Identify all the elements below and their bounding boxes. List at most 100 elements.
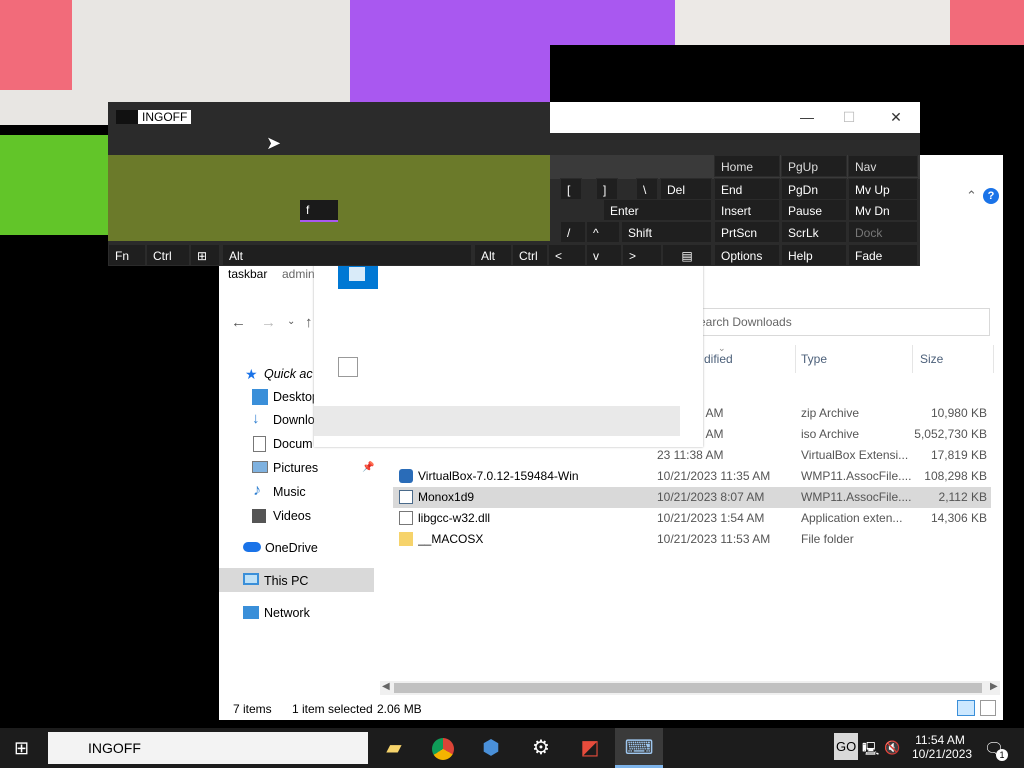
key-open-bracket[interactable]: [ xyxy=(560,178,582,200)
scroll-right-icon[interactable]: ▶ xyxy=(990,681,998,692)
key-nav[interactable]: Nav xyxy=(848,155,918,177)
large-icons-view-icon[interactable] xyxy=(980,700,996,716)
key-mv-dn[interactable]: Mv Dn xyxy=(848,199,918,221)
windows-logo-icon: ⊞ xyxy=(197,249,208,263)
chevron-up-icon[interactable]: ⌃ xyxy=(966,188,977,204)
tab-admin[interactable]: admin xyxy=(282,267,315,281)
file-row[interactable]: VirtualBox-7.0.12-159484-Win 10/21/2023 … xyxy=(393,466,991,487)
details-view-icon[interactable] xyxy=(957,700,975,716)
chrome-taskbar-icon[interactable] xyxy=(419,728,467,768)
key-prtscn[interactable]: PrtScn xyxy=(714,221,780,243)
file-explorer-taskbar-icon[interactable]: ▰ xyxy=(370,728,418,768)
menu-icon: ▤ xyxy=(681,249,693,263)
virtualbox-taskbar-icon[interactable]: ⬢ xyxy=(467,728,515,768)
key-pause[interactable]: Pause xyxy=(781,199,847,221)
key-home[interactable]: Home xyxy=(714,155,780,177)
back-arrow-icon[interactable]: ← xyxy=(231,314,246,331)
key-slash[interactable]: / xyxy=(560,221,586,243)
start-button[interactable]: ⊞ xyxy=(14,738,29,759)
key-alt-right[interactable]: Alt xyxy=(474,244,512,266)
desktop-glitch-purple xyxy=(350,0,675,45)
file-type: WMP11.AssocFile.... xyxy=(801,490,912,504)
search-input[interactable]: Search Downloads xyxy=(684,308,990,336)
red-app-taskbar-icon[interactable]: ◩ xyxy=(566,728,614,768)
overlay-checkbox[interactable] xyxy=(338,357,358,377)
volume-muted-icon[interactable]: 🔇 xyxy=(884,740,900,756)
key-ctrl-right[interactable]: Ctrl xyxy=(512,244,548,266)
column-type[interactable]: Type xyxy=(801,348,827,370)
key-alt-left[interactable]: Alt xyxy=(222,244,472,266)
status-item-count: 7 items xyxy=(233,702,272,716)
nav-downloads[interactable]: Downlo xyxy=(273,410,315,430)
nav-network[interactable]: Network xyxy=(264,603,310,623)
pin-icon[interactable]: 📌 xyxy=(362,462,374,473)
key-pgdn[interactable]: PgDn xyxy=(781,178,847,200)
nav-onedrive[interactable]: OneDrive xyxy=(265,538,318,558)
key-windows[interactable]: ⊞ xyxy=(190,244,220,266)
key-fn[interactable]: Fn xyxy=(108,244,146,266)
nav-this-pc[interactable]: This PC xyxy=(264,571,308,591)
settings-gear-icon[interactable]: ⚙ xyxy=(517,728,565,768)
key-end[interactable]: End xyxy=(714,178,780,200)
key-del[interactable]: Del xyxy=(660,178,712,200)
desktop-glitch-gray xyxy=(675,0,950,45)
key-mv-up[interactable]: Mv Up xyxy=(848,178,918,200)
file-row[interactable]: __MACOSX 10/21/2023 11:53 AM File folder xyxy=(393,529,991,550)
nav-videos[interactable]: Videos xyxy=(273,506,311,526)
key-ctrl-left[interactable]: Ctrl xyxy=(146,244,190,266)
key-right-arrow[interactable]: > xyxy=(622,244,662,266)
key-backslash[interactable]: \ xyxy=(636,178,658,200)
file-date: 23 11:38 AM xyxy=(657,448,724,462)
key-shift[interactable]: Shift xyxy=(621,221,712,243)
this-pc-icon xyxy=(243,573,259,585)
close-button[interactable]: ✕ xyxy=(885,108,907,126)
nav-pictures[interactable]: Pictures xyxy=(273,458,318,478)
file-size: 17,819 KB xyxy=(930,448,987,462)
forward-arrow-icon[interactable]: → xyxy=(261,314,276,331)
status-size: 2.06 MB xyxy=(377,702,422,716)
tray-go-button[interactable]: GO xyxy=(834,733,859,760)
network-tray-icon[interactable]: 🖳 xyxy=(862,740,879,762)
scrollbar-thumb[interactable] xyxy=(394,683,982,693)
key-options[interactable]: Options xyxy=(714,244,780,266)
nav-documents[interactable]: Docum xyxy=(273,434,313,454)
file-row[interactable]: 23 11:38 AM VirtualBox Extensi... 17,819… xyxy=(393,445,991,466)
column-separator[interactable] xyxy=(993,345,994,373)
status-selected: 1 item selected xyxy=(292,702,373,716)
nav-desktop[interactable]: Desktop xyxy=(273,387,319,407)
key-scrlk[interactable]: ScrLk xyxy=(781,221,847,243)
file-row[interactable]: libgcc-w32.dll 10/21/2023 1:54 AM Applic… xyxy=(393,508,991,529)
minimize-button[interactable]: — xyxy=(796,108,818,126)
virtualbox-icon xyxy=(399,469,413,483)
key-help[interactable]: Help xyxy=(781,244,847,266)
nav-quick-access[interactable]: Quick ac xyxy=(264,364,313,384)
key-insert[interactable]: Insert xyxy=(714,199,780,221)
key-enter[interactable]: Enter xyxy=(603,199,712,221)
column-size[interactable]: Size xyxy=(920,348,943,370)
desktop-icon xyxy=(252,389,268,405)
key-menu[interactable]: ▤ xyxy=(662,244,712,266)
column-separator[interactable] xyxy=(912,345,913,373)
taskbar-search-box[interactable]: INGOFF xyxy=(48,732,368,764)
clock-time: 11:54 AM xyxy=(915,733,965,747)
clock[interactable]: 11:54 AM 10/21/2023 xyxy=(912,733,972,761)
key-dock[interactable]: Dock xyxy=(848,221,918,243)
file-row-selected[interactable]: Monox1d9 10/21/2023 8:07 AM WMP11.AssocF… xyxy=(393,487,991,508)
key-f[interactable]: f xyxy=(300,200,338,222)
key-up-arrow[interactable]: ^ xyxy=(586,221,620,243)
key-left-arrow[interactable]: < xyxy=(548,244,586,266)
key-close-bracket[interactable]: ] xyxy=(596,178,618,200)
nav-music[interactable]: Music xyxy=(273,482,306,502)
maximize-button[interactable]: ☐ xyxy=(838,108,860,126)
key-fade[interactable]: Fade xyxy=(848,244,918,266)
up-arrow-icon[interactable]: ↑ xyxy=(305,314,313,331)
tab-taskbar[interactable]: taskbar xyxy=(228,267,267,281)
help-icon[interactable]: ? xyxy=(983,188,999,204)
osk-taskbar-icon[interactable]: ⌨ xyxy=(615,728,663,768)
key-pgup[interactable]: PgUp xyxy=(781,155,847,177)
scroll-left-icon[interactable]: ◀ xyxy=(382,681,390,692)
glitch-block xyxy=(116,110,138,124)
key-down-arrow[interactable]: v xyxy=(586,244,622,266)
column-separator[interactable] xyxy=(795,345,796,373)
recent-chevron-icon[interactable]: ⌄ xyxy=(287,316,295,327)
